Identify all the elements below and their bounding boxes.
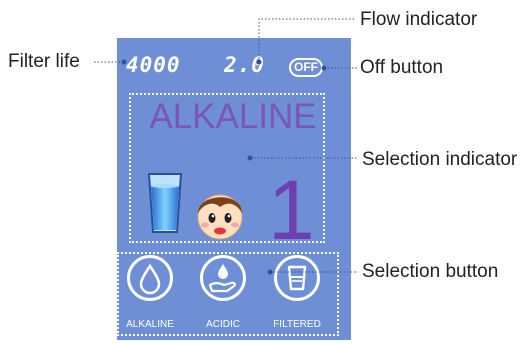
flow-indicator-leader [258,18,356,62]
flow-indicator-dot [256,59,262,65]
filter-life-dot [121,59,127,65]
selection-indicator-dot [247,155,253,161]
selection-button-dot [267,269,273,275]
off-button-dot [321,65,327,71]
leader-lines [94,18,358,275]
